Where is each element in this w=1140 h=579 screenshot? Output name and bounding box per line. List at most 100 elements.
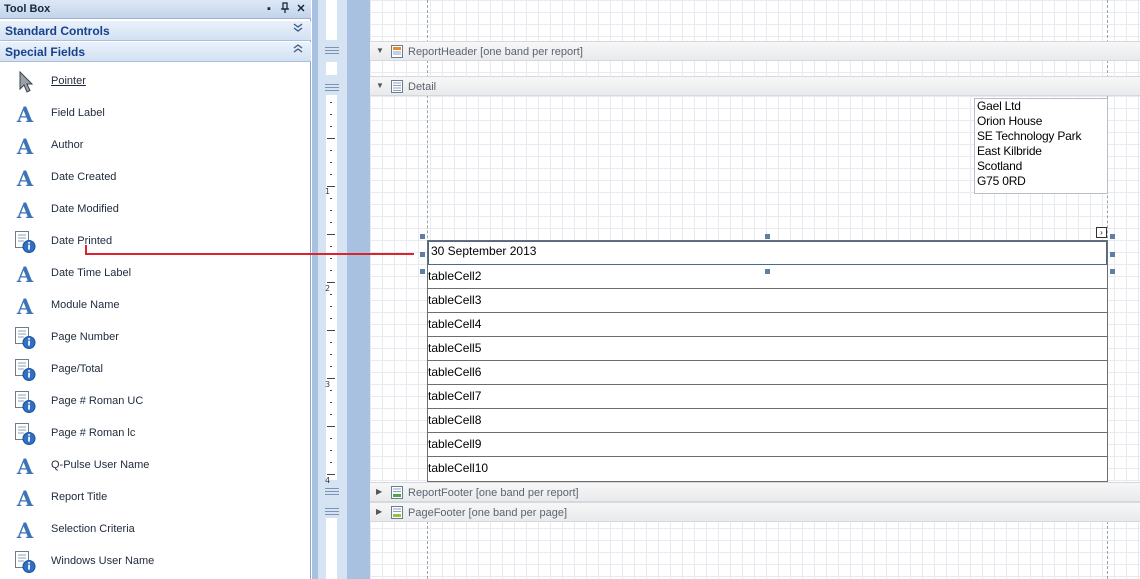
table-cell-text: 30 September 2013 <box>431 244 537 258</box>
ruler-tick <box>330 198 332 199</box>
band-report-footer[interactable]: ▶ ReportFooter [one band per report] <box>370 482 1140 502</box>
ruler-tick <box>327 474 335 475</box>
detail-band-icon <box>390 79 404 94</box>
ruler-tick <box>327 138 335 139</box>
pin-icon[interactable] <box>278 2 292 16</box>
ruler-segment <box>326 62 337 75</box>
band-resize-grip[interactable] <box>325 47 339 54</box>
table-row[interactable]: tableCell10 <box>428 457 1107 481</box>
toolbox-item-windows-user-name[interactable]: Windows User Name <box>0 546 311 578</box>
expand-arrow-icon[interactable]: ▶ <box>376 487 382 496</box>
selection-handle[interactable] <box>1110 269 1115 274</box>
toolbox-panel: Tool Box ▪ ✕ Standard Controls Special F… <box>0 0 311 579</box>
toolbox-title: Tool Box <box>4 3 51 15</box>
address-line: Scotland <box>977 159 1023 173</box>
collapse-arrow-icon[interactable]: ▼ <box>376 46 384 55</box>
toolbox-item-label: Date Time Label <box>51 267 132 279</box>
ruler-tick <box>330 294 332 295</box>
toolbox-item-page-number[interactable]: Page Number <box>0 322 311 354</box>
collapse-chevron-icon[interactable] <box>293 43 303 58</box>
band-resize-grip[interactable] <box>325 508 339 515</box>
band-page-footer[interactable]: ▶ PageFooter [one band per page] <box>370 502 1140 522</box>
svg-text:A: A <box>16 102 34 127</box>
toolbox-item-pointer[interactable]: Pointer <box>0 66 311 98</box>
table-row[interactable]: tableCell8 <box>428 409 1107 433</box>
band-detail[interactable]: ▼ Detail <box>370 76 1140 96</box>
svg-text:A: A <box>16 262 34 287</box>
toolbox-item-report-title[interactable]: A Report Title <box>0 482 311 514</box>
toolbox-title-bar: Tool Box ▪ ✕ <box>0 0 311 19</box>
selection-handle[interactable] <box>420 234 425 239</box>
ruler-tick <box>330 246 332 247</box>
toolbox-item-date-modified[interactable]: A Date Modified <box>0 194 311 226</box>
toolbox-item-label: Page # Roman UC <box>51 395 144 407</box>
selection-handle[interactable] <box>420 252 425 257</box>
toolbox-item-label: Page # Roman lc <box>51 427 136 439</box>
table-cell-text: tableCell4 <box>428 317 482 331</box>
table-row[interactable]: tableCell4 <box>428 313 1107 337</box>
ruler-tick <box>330 306 332 307</box>
selection-handle[interactable] <box>765 269 770 274</box>
toolbox-item-label: Q-Pulse User Name <box>51 459 150 471</box>
selection-handle[interactable] <box>765 234 770 239</box>
ruler-tick <box>327 234 335 235</box>
band-resize-grip[interactable] <box>325 84 339 91</box>
table-row[interactable]: tableCell6 <box>428 361 1107 385</box>
smart-tag-button[interactable]: › <box>1096 227 1107 238</box>
collapse-arrow-icon[interactable]: ▼ <box>376 81 384 90</box>
expand-chevron-icon[interactable] <box>293 22 303 37</box>
ruler-tick <box>330 318 332 319</box>
info-page-icon <box>12 389 38 415</box>
section-standard-controls[interactable]: Standard Controls <box>0 21 311 41</box>
ruler-tick <box>330 354 332 355</box>
window-position-icon[interactable]: ▪ <box>262 2 276 16</box>
ruler-tick <box>330 126 332 127</box>
toolbox-item-date-time-label[interactable]: A Date Time Label <box>0 258 311 290</box>
date-printed-cell[interactable]: 30 September 2013 <box>428 241 1107 265</box>
toolbox-item-field-label[interactable]: A Field Label <box>0 98 311 130</box>
table-cell-text: tableCell5 <box>428 341 482 355</box>
band-resize-grip[interactable] <box>325 488 339 495</box>
close-icon[interactable]: ✕ <box>294 2 308 16</box>
table-row[interactable]: tableCell9 <box>428 433 1107 457</box>
table-row[interactable]: tableCell7 <box>428 385 1107 409</box>
text-a-icon: A <box>12 197 38 223</box>
section-special-fields[interactable]: Special Fields <box>0 42 311 62</box>
svg-text:A: A <box>16 486 34 511</box>
ruler-tick <box>327 282 335 283</box>
toolbox-item-selection-criteria[interactable]: A Selection Criteria <box>0 514 311 546</box>
svg-text:A: A <box>16 166 34 191</box>
address-label[interactable]: Gael Ltd Orion House SE Technology Park … <box>974 98 1108 194</box>
selection-handle[interactable] <box>420 269 425 274</box>
band-report-header[interactable]: ▼ ReportHeader [one band per report] <box>370 41 1140 61</box>
band-label: ReportFooter [one band per report] <box>408 487 579 499</box>
ruler-segment <box>326 0 337 40</box>
toolbox-item-page-total[interactable]: Page/Total <box>0 354 311 386</box>
ruler-tick <box>330 210 332 211</box>
report-footer-band-icon <box>390 485 404 500</box>
expand-arrow-icon[interactable]: ▶ <box>376 507 382 516</box>
toolbox-item-label: Page/Total <box>51 363 103 375</box>
toolbox-item-module-name[interactable]: A Module Name <box>0 290 311 322</box>
table-cell-text: tableCell3 <box>428 293 482 307</box>
toolbox-item-label: Windows User Name <box>51 555 155 567</box>
toolbox-item-page-roman-uc[interactable]: Page # Roman UC <box>0 386 311 418</box>
toolbox-item-author[interactable]: A Author <box>0 130 311 162</box>
toolbox-item-q-pulse-user-name[interactable]: A Q-Pulse User Name <box>0 450 311 482</box>
table-cell-text: tableCell2 <box>428 269 482 283</box>
report-table[interactable]: 30 September 2013 tableCell2 tableCell3 tab… <box>427 240 1108 482</box>
selection-handle[interactable] <box>1110 234 1115 239</box>
vertical-ruler-area: 1 2 3 4 <box>312 0 370 579</box>
ruler-number: 2 <box>325 284 331 293</box>
toolbox-item-date-created[interactable]: A Date Created <box>0 162 311 194</box>
toolbox-item-label: Module Name <box>51 299 120 311</box>
toolbox-item-label: Author <box>51 139 84 151</box>
selection-handle[interactable] <box>1110 252 1115 257</box>
table-row[interactable]: tableCell5 <box>428 337 1107 361</box>
text-a-icon: A <box>12 165 38 191</box>
toolbox-item-page-roman-lc[interactable]: Page # Roman lc <box>0 418 311 450</box>
ruler-tick <box>330 150 332 151</box>
ruler-tick <box>330 402 332 403</box>
ruler-tick <box>330 162 332 163</box>
table-row[interactable]: tableCell3 <box>428 289 1107 313</box>
